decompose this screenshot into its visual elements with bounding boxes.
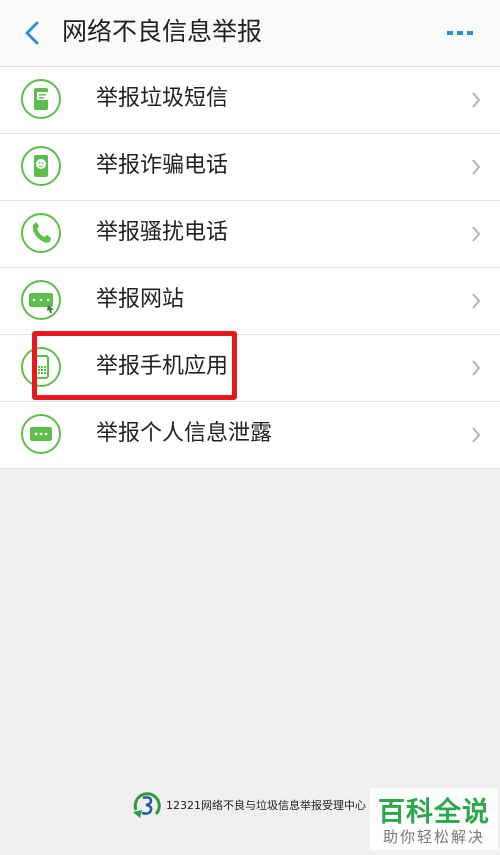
header-bar: 网络不良信息举报 <box>0 0 500 67</box>
menu-item-label: 举报垃圾短信 <box>96 86 229 111</box>
chevron-right-icon <box>472 226 481 242</box>
menu-item-spam-sms[interactable]: 举报垃圾短信 <box>0 67 500 134</box>
sms-phone-icon <box>21 79 61 119</box>
scam-phone-icon <box>21 146 61 186</box>
watermark-subtitle: 助你轻松解决 <box>383 828 486 846</box>
footer-text: 12321网络不良与垃圾信息举报受理中心 <box>166 799 366 812</box>
menu-item-label: 举报网站 <box>96 287 185 312</box>
highlight-annotation-box <box>32 331 237 400</box>
menu-item-scam-call[interactable]: 举报诈骗电话 <box>0 134 500 201</box>
page-title: 网络不良信息举报 <box>62 17 263 46</box>
watermark-title: 百科全说 <box>378 797 490 828</box>
more-dots-icon[interactable] <box>440 22 480 44</box>
12321-logo-icon <box>133 792 161 818</box>
www-icon <box>21 280 61 320</box>
chevron-right-icon <box>472 92 481 108</box>
menu-item-privacy-leak[interactable]: 举报个人信息泄露 <box>0 402 500 469</box>
menu-item-label: 举报骚扰电话 <box>96 220 229 245</box>
chevron-right-icon <box>472 427 481 443</box>
chevron-right-icon <box>472 293 481 309</box>
report-menu-list: 举报垃圾短信 举报诈骗电话 举报骚扰电话 举报网站 举报手机应用 举报个人信息泄… <box>0 67 500 469</box>
menu-item-website[interactable]: 举报网站 <box>0 268 500 335</box>
handset-icon <box>21 213 61 253</box>
watermark: 百科全说 助你轻松解决 <box>370 788 498 850</box>
footer-brand: 12321网络不良与垃圾信息举报受理中心 <box>130 788 366 822</box>
menu-item-harassment-call[interactable]: 举报骚扰电话 <box>0 201 500 268</box>
menu-item-label: 举报诈骗电话 <box>96 153 229 178</box>
chevron-left-icon[interactable] <box>18 18 48 48</box>
chevron-right-icon <box>472 360 481 376</box>
chevron-right-icon <box>472 159 481 175</box>
menu-item-label: 举报个人信息泄露 <box>96 421 273 446</box>
chat-dots-icon <box>21 414 61 454</box>
